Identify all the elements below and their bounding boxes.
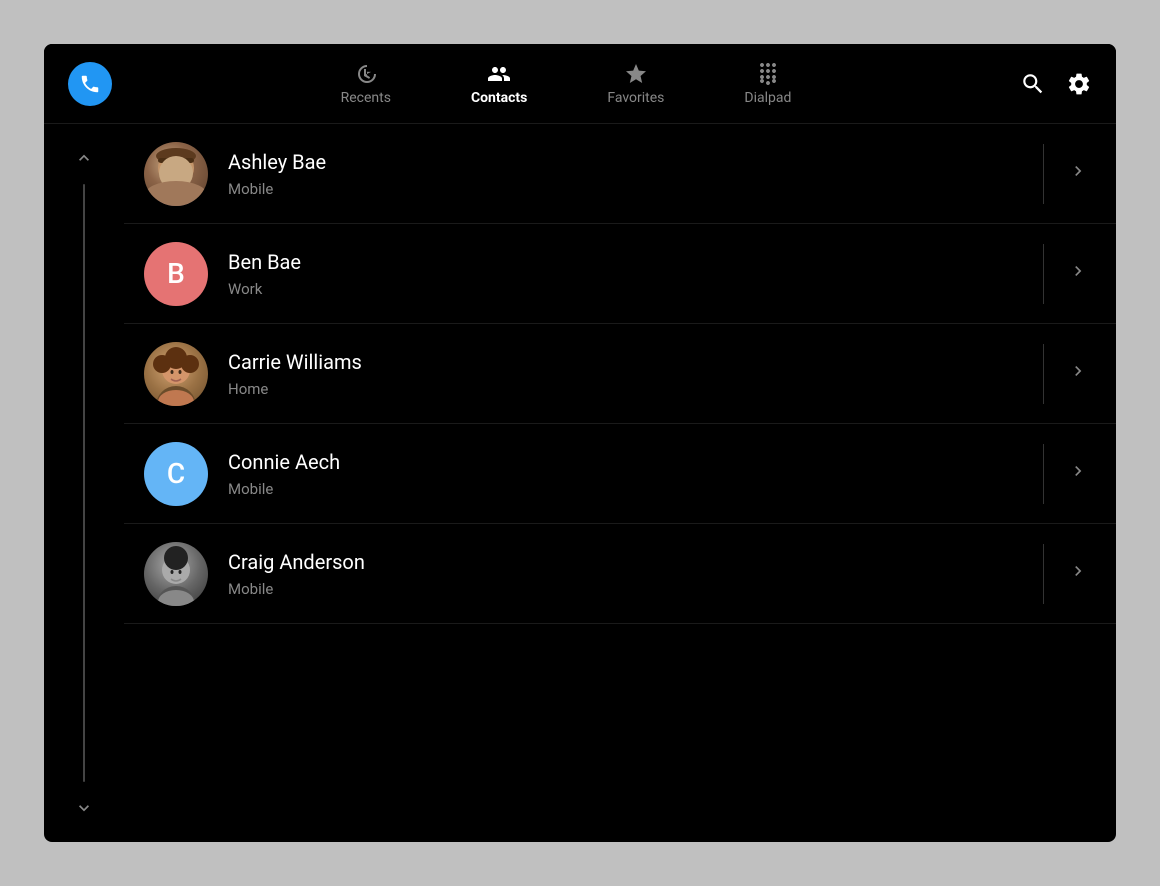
- contact-list: Ashley Bae Mobile B Ben Bae Work: [124, 124, 1116, 842]
- contact-name-connie-aech: Connie Aech: [228, 450, 1027, 474]
- star-icon: [624, 62, 648, 86]
- tab-dialpad-label: Dialpad: [744, 90, 791, 106]
- contact-type-ashley-bae: Mobile: [228, 180, 1027, 198]
- chevron-up-icon: [74, 148, 94, 168]
- contact-item-craig-anderson[interactable]: Craig Anderson Mobile: [124, 524, 1116, 624]
- scroll-up-button[interactable]: [66, 140, 102, 176]
- contact-divider-1: [1043, 144, 1044, 204]
- search-button[interactable]: [1020, 71, 1046, 97]
- avatar-photo-carrie: [144, 342, 208, 406]
- tab-dialpad[interactable]: Dialpad: [704, 54, 831, 114]
- avatar-craig-anderson: [144, 542, 208, 606]
- clock-icon: [354, 62, 378, 86]
- contact-type-carrie-williams: Home: [228, 380, 1027, 398]
- settings-icon: [1066, 71, 1092, 97]
- tab-recents-label: Recents: [341, 90, 391, 106]
- header-actions: [1020, 71, 1092, 97]
- search-icon: [1020, 71, 1046, 97]
- contact-chevron-craig-anderson[interactable]: [1060, 553, 1096, 595]
- contact-item-carrie-williams[interactable]: Carrie Williams Home: [124, 324, 1116, 424]
- tab-contacts-label: Contacts: [471, 90, 527, 106]
- chevron-down-icon: [74, 798, 94, 818]
- contact-item-ben-bae[interactable]: B Ben Bae Work: [124, 224, 1116, 324]
- contact-type-craig-anderson: Mobile: [228, 580, 1027, 598]
- people-icon: [487, 62, 511, 86]
- app-container: Recents Contacts Favorites: [44, 44, 1116, 842]
- avatar-ben-bae: B: [144, 242, 208, 306]
- contact-info-ben-bae: Ben Bae Work: [208, 250, 1027, 298]
- dialpad-icon: [756, 62, 780, 86]
- avatar-ashley-bae: [144, 142, 208, 206]
- contact-item-connie-aech[interactable]: C Connie Aech Mobile: [124, 424, 1116, 524]
- contact-name-ben-bae: Ben Bae: [228, 250, 1027, 274]
- avatar-photo-craig: [144, 542, 208, 606]
- contact-item-ashley-bae[interactable]: Ashley Bae Mobile: [124, 124, 1116, 224]
- contact-divider-5: [1043, 544, 1044, 604]
- main-content: Ashley Bae Mobile B Ben Bae Work: [44, 124, 1116, 842]
- contact-chevron-carrie-williams[interactable]: [1060, 353, 1096, 395]
- contact-chevron-ashley-bae[interactable]: [1060, 153, 1096, 195]
- contact-name-craig-anderson: Craig Anderson: [228, 550, 1027, 574]
- contact-info-connie-aech: Connie Aech Mobile: [208, 450, 1027, 498]
- contact-divider-2: [1043, 244, 1044, 304]
- contact-chevron-connie-aech[interactable]: [1060, 453, 1096, 495]
- contact-divider-4: [1043, 444, 1044, 504]
- contact-type-connie-aech: Mobile: [228, 480, 1027, 498]
- settings-button[interactable]: [1066, 71, 1092, 97]
- contact-name-carrie-williams: Carrie Williams: [228, 350, 1027, 374]
- contact-name-ashley-bae: Ashley Bae: [228, 150, 1027, 174]
- contact-type-ben-bae: Work: [228, 280, 1027, 298]
- avatar-carrie-williams: [144, 342, 208, 406]
- phone-icon: [79, 73, 101, 95]
- avatar-initial-b: B: [167, 257, 185, 290]
- phone-button[interactable]: [68, 62, 112, 106]
- header: Recents Contacts Favorites: [44, 44, 1116, 124]
- contact-info-carrie-williams: Carrie Williams Home: [208, 350, 1027, 398]
- tab-recents[interactable]: Recents: [301, 54, 431, 114]
- avatar-initial-c: C: [167, 457, 185, 490]
- avatar-connie-aech: C: [144, 442, 208, 506]
- contact-divider-3: [1043, 344, 1044, 404]
- tab-favorites-label: Favorites: [607, 90, 664, 106]
- scroll-down-button[interactable]: [66, 790, 102, 826]
- contact-chevron-ben-bae[interactable]: [1060, 253, 1096, 295]
- sidebar: [44, 124, 124, 842]
- contact-info-craig-anderson: Craig Anderson Mobile: [208, 550, 1027, 598]
- nav-tabs: Recents Contacts Favorites: [112, 54, 1020, 114]
- avatar-photo-ashley: [144, 142, 208, 206]
- contact-info-ashley-bae: Ashley Bae Mobile: [208, 150, 1027, 198]
- tab-contacts[interactable]: Contacts: [431, 54, 567, 114]
- scroll-indicator: [83, 184, 85, 782]
- tab-favorites[interactable]: Favorites: [567, 54, 704, 114]
